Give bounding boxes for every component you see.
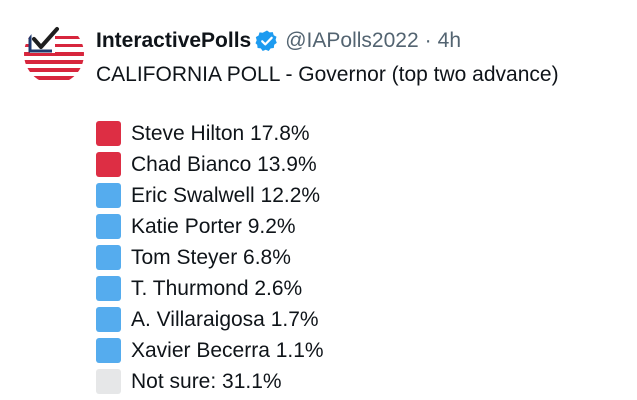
list-item: Xavier Becerra 1.1% xyxy=(96,335,324,366)
list-item: Not sure: 31.1% xyxy=(96,366,324,397)
blue-square-icon xyxy=(96,307,121,332)
blue-square-icon xyxy=(96,338,121,363)
red-square-icon xyxy=(96,152,121,177)
list-item: Steve Hilton 17.8% xyxy=(96,118,324,149)
list-item: Tom Steyer 6.8% xyxy=(96,242,324,273)
poll-item-text: Katie Porter 9.2% xyxy=(131,214,296,238)
list-item: Chad Bianco 13.9% xyxy=(96,149,324,180)
header-separator: · xyxy=(424,29,432,52)
red-square-icon xyxy=(96,121,121,146)
tweet-timestamp[interactable]: 4h xyxy=(438,29,461,53)
flag-checkmark-avatar-icon[interactable] xyxy=(24,24,84,84)
poll-item-text: T. Thurmond 2.6% xyxy=(131,276,303,300)
poll-item-text: A. Villaraigosa 1.7% xyxy=(131,307,319,331)
list-item: T. Thurmond 2.6% xyxy=(96,273,324,304)
tweet-headline: CALIFORNIA POLL - Governor (top two adva… xyxy=(96,63,559,86)
poll-item-text: Chad Bianco 13.9% xyxy=(131,152,317,176)
gray-square-icon xyxy=(96,369,121,394)
tweet-text: CALIFORNIA POLL - Governor (top two adva… xyxy=(96,60,616,90)
poll-item-text: Eric Swalwell 12.2% xyxy=(131,183,321,207)
poll-item-text: Tom Steyer 6.8% xyxy=(131,245,291,269)
blue-square-icon xyxy=(96,214,121,239)
author-display-name[interactable]: InteractivePolls xyxy=(96,29,251,53)
poll-item-text: Xavier Becerra 1.1% xyxy=(131,338,324,362)
list-item: A. Villaraigosa 1.7% xyxy=(96,304,324,335)
blue-square-icon xyxy=(96,245,121,270)
author-handle[interactable]: @IAPolls2022 xyxy=(285,29,418,53)
verified-badge-icon[interactable] xyxy=(255,29,279,53)
poll-results-list: Steve Hilton 17.8% Chad Bianco 13.9% Eric … xyxy=(96,118,324,397)
poll-item-text: Not sure: 31.1% xyxy=(131,369,282,393)
list-item: Eric Swalwell 12.2% xyxy=(96,180,324,211)
tweet-header: InteractivePolls @IAPolls2022 · 4h xyxy=(96,26,461,56)
blue-square-icon xyxy=(96,276,121,301)
list-item: Katie Porter 9.2% xyxy=(96,211,324,242)
blue-square-icon xyxy=(96,183,121,208)
poll-item-text: Steve Hilton 17.8% xyxy=(131,121,310,145)
tweet[interactable]: InteractivePolls @IAPolls2022 · 4h CALIF… xyxy=(0,0,637,400)
